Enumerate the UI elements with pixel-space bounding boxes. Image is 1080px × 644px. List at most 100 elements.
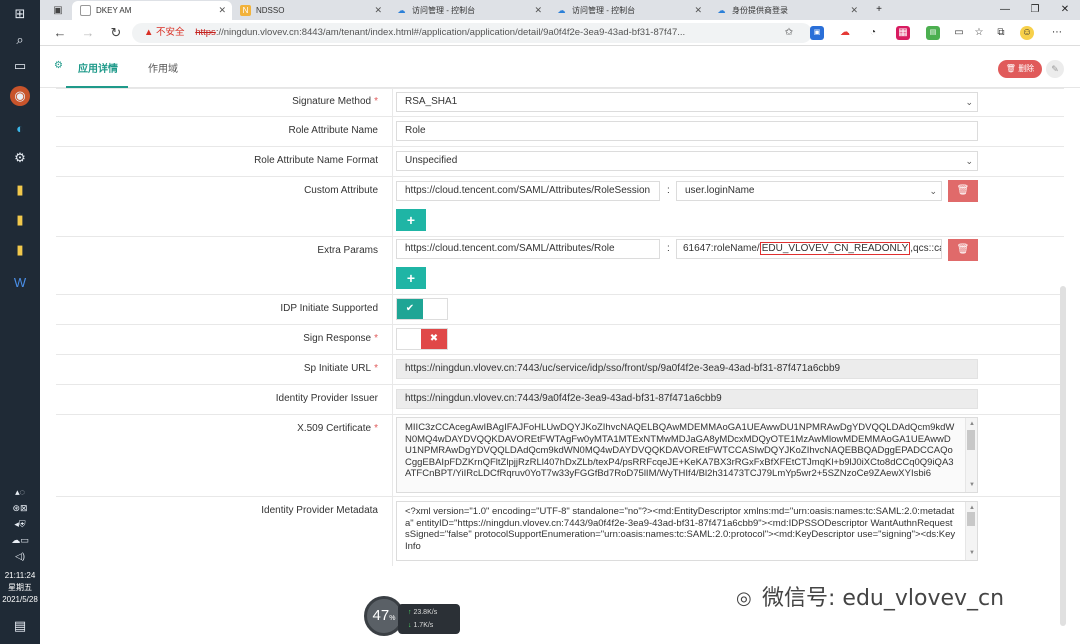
row-custom-attribute: Custom Attribute https://cloud.tencent.c…	[56, 176, 1064, 236]
close-tab-icon[interactable]: ✕	[850, 1, 858, 20]
remove-custom-attr-button[interactable]: 🗑	[948, 180, 978, 202]
address-bar[interactable]: ▲ 不安全 https://ningdun.vlovev.cn:8443/am/…	[132, 23, 812, 43]
settings-app-icon[interactable]: ⚙	[10, 148, 30, 168]
idp-issuer-field[interactable]: https://ningdun.vlovev.cn:7443/9a0f4f2e-…	[396, 389, 978, 409]
page-scrollbar[interactable]	[1060, 286, 1066, 626]
field-label: X.509 Certificate *	[297, 423, 378, 434]
url-rest: ://ningdun.vlovev.cn:8443/am/tenant/inde…	[215, 27, 686, 38]
chrome-app-icon[interactable]: ◉	[10, 86, 30, 106]
windows-taskbar: ⊞ ⌕ ▭ ◉ ◐ ⚙ ▮ ▮ ▮ W ▴◌ ⊛⊠ ◂⛨ ☁▭ ◁) 21:11…	[0, 0, 40, 644]
scrollbar[interactable]: ▲ ▼	[965, 418, 977, 492]
tab-dkey-am[interactable]: DKEY AM ✕	[72, 1, 232, 20]
window-menu-icon[interactable]: ▣	[48, 0, 68, 20]
folder-app-icon-3[interactable]: ▮	[10, 240, 30, 260]
row-idp-issuer: Identity Provider Issuer https://ningdun…	[56, 384, 1064, 414]
row-idp-initiate: IDP Initiate Supported ✔	[56, 294, 1064, 324]
highlighted-role-name: EDU_VLOVEV_CN_READONLY	[759, 242, 911, 255]
edit-button[interactable]: ✎	[1046, 60, 1064, 78]
network-monitor-widget[interactable]: 47% ↑ 23.8K/s ↓ 1.7K/s	[364, 596, 460, 638]
tab-console-1[interactable]: ☁ 访问管理 - 控制台 ✕	[388, 1, 548, 20]
profile-avatar[interactable]: ☺	[1020, 26, 1034, 40]
new-tab-icon[interactable]: +	[864, 0, 894, 20]
add-extra-param-button[interactable]: +	[396, 267, 426, 289]
cloud-favicon-icon: ☁	[717, 6, 726, 15]
plus-icon: +	[406, 212, 416, 228]
folder-app-icon[interactable]: ▮	[10, 180, 30, 200]
tab-app-detail[interactable]: 应用详情	[78, 60, 118, 75]
extra-params-key-input[interactable]: https://cloud.tencent.com/SAML/Attribute…	[396, 239, 660, 259]
browser-toolbar: ← → ↻ ▲ 不安全 https://ningdun.vlovev.cn:84…	[40, 20, 1080, 46]
x509-textarea[interactable]: MIIC3zCCAcegAwIBAgIFAJFoHLUwDQYJKoZIhvcN…	[396, 417, 978, 493]
sign-response-toggle[interactable]: ✖	[396, 328, 448, 350]
task-view-icon[interactable]: ▭	[10, 56, 30, 76]
page-icon	[80, 5, 91, 16]
check-icon: ✔	[397, 299, 423, 319]
custom-attr-key-input[interactable]: https://cloud.tencent.com/SAML/Attribute…	[396, 181, 660, 201]
row-extra-params: Extra Params https://cloud.tencent.com/S…	[56, 236, 1064, 294]
close-tab-icon[interactable]: ✕	[694, 1, 702, 20]
close-window-icon[interactable]: ✕	[1050, 0, 1080, 20]
tab-scope[interactable]: 作用域	[148, 60, 178, 75]
extension-icon-4[interactable]: ▦	[896, 26, 910, 40]
app-page: ⚙ 应用详情 作用域 🗑 删除 ✎ Signature Method * RSA_…	[40, 46, 1080, 644]
idp-initiate-toggle[interactable]: ✔	[396, 298, 448, 320]
extension-icon-3[interactable]: ◔	[866, 26, 880, 40]
field-label: Sign Response *	[303, 333, 378, 344]
custom-attr-value-select[interactable]: user.loginName ⌄	[676, 181, 942, 201]
extension-icon-1[interactable]: ▣	[810, 26, 824, 40]
close-tab-icon[interactable]: ✕	[374, 1, 382, 20]
edge-app-icon[interactable]: ◐	[10, 118, 30, 138]
close-tab-icon[interactable]: ✕	[534, 1, 542, 20]
row-sp-url: Sp Initiate URL * https://ningdun.vlovev.…	[56, 354, 1064, 384]
idp-metadata-textarea[interactable]: <?xml version="1.0" encoding="UTF-8" sta…	[396, 501, 978, 561]
field-label: Role Attribute Name	[288, 125, 379, 136]
wechat-icon: ◎	[736, 588, 752, 609]
collections-icon[interactable]: ⧉	[994, 26, 1008, 40]
extension-icon-2[interactable]: ☁	[838, 26, 852, 40]
remove-extra-param-button[interactable]: 🗑	[948, 239, 978, 261]
trash-icon: 🗑	[956, 244, 970, 255]
browser-tab-bar: ▣ DKEY AM ✕ N NDSSO ✕ ☁ 访问管理 - 控制台 ✕ ☁ 访…	[40, 0, 1080, 20]
forward-icon[interactable]: →	[80, 25, 96, 40]
delete-button[interactable]: 🗑 删除	[998, 60, 1042, 78]
field-label: Role Attribute Name Format	[254, 155, 378, 166]
tab-idp-login[interactable]: ☁ 身份提供商登录 ✕	[708, 1, 864, 20]
row-role-attr-format: Role Attribute Name Format Unspecified ⌄	[56, 146, 1064, 176]
read-aloud-icon[interactable]: ✩	[782, 26, 796, 40]
extension-icon-5[interactable]: ▤	[926, 26, 940, 40]
close-tab-icon[interactable]: ✕	[218, 1, 226, 20]
scrollbar[interactable]: ▲ ▼	[965, 502, 977, 560]
word-app-icon[interactable]: W	[10, 272, 30, 292]
folder-app-icon-2[interactable]: ▮	[10, 210, 30, 230]
search-icon[interactable]: ⌕	[10, 30, 30, 50]
field-label: Sp Initiate URL *	[303, 363, 378, 374]
maximize-icon[interactable]: ❐	[1020, 0, 1050, 20]
favorites-icon[interactable]: ☆	[972, 26, 986, 40]
field-label: Identity Provider Metadata	[261, 505, 378, 516]
trash-icon: 🗑	[1005, 64, 1016, 73]
extra-params-value-input[interactable]: 61647:roleName/EDU_VLOVEV_CN_READONLY ,qc…	[676, 239, 942, 259]
notification-icon[interactable]: ▤	[10, 616, 30, 636]
extension-icon-6[interactable]: ▭	[952, 26, 966, 40]
warning-icon: ▲	[144, 27, 154, 38]
security-label: 不安全	[156, 27, 185, 38]
wechat-watermark: ◎ 微信号: edu_vlovev_cn	[736, 586, 1005, 611]
row-role-attr-name: Role Attribute Name Role	[56, 116, 1064, 146]
minimize-icon[interactable]: —	[990, 0, 1020, 20]
sp-url-field[interactable]: https://ningdun.vlovev.cn:7443/uc/servic…	[396, 359, 978, 379]
tab-ndsso[interactable]: N NDSSO ✕	[232, 1, 388, 20]
field-label: IDP Initiate Supported	[280, 303, 378, 314]
volume-icon[interactable]: ◁)	[10, 546, 30, 566]
role-attr-name-input[interactable]: Role	[396, 121, 978, 141]
role-attr-format-select[interactable]: Unspecified ⌄	[396, 151, 978, 171]
taskbar-time: 21:11:24	[4, 571, 36, 580]
field-label: Identity Provider Issuer	[275, 393, 378, 404]
trash-icon: 🗑	[956, 185, 970, 196]
tab-console-2[interactable]: ☁ 访问管理 - 控制台 ✕	[548, 1, 708, 20]
signature-method-select[interactable]: RSA_SHA1 ⌄	[396, 92, 978, 112]
back-icon[interactable]: ←	[52, 25, 68, 40]
reload-icon[interactable]: ↻	[108, 25, 124, 41]
windows-start-icon[interactable]: ⊞	[10, 4, 30, 24]
add-custom-attr-button[interactable]: +	[396, 209, 426, 231]
more-menu-icon[interactable]: ⋯	[1050, 26, 1064, 40]
